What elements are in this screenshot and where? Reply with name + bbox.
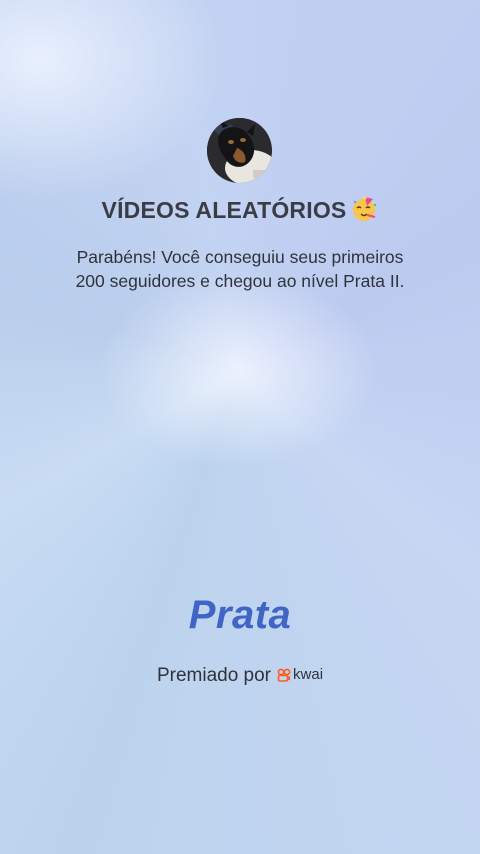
achievement-screen: VÍDEOS ALEATÓRIOS Parabéns! Você consegu… [0,0,480,854]
awarded-by-label: Premiado por [156,665,272,686]
dog-photo-icon [207,118,272,183]
partying-face-emoji-icon [353,196,377,221]
kwai-brand: kwai [277,662,323,688]
profile-name: VÍDEOS ALEATÓRIOS [0,194,480,226]
kwai-brand-name: kwai [293,666,324,683]
awarded-by: Premiado por kwai [0,662,480,689]
congrats-message-line-1: Parabéns! Você conseguiu seus primeiros [76,247,404,267]
avatar[interactable] [207,118,272,183]
profile-name-text: VÍDEOS ALEATÓRIOS [101,197,347,223]
congrats-message: Parabéns! Você conseguiu seus primeiros … [50,245,430,293]
level-name: Prata [188,593,292,637]
congrats-message-line-2: 200 seguidores e chegou ao nível Prata I… [75,271,405,291]
kwai-logo-icon [277,668,291,682]
